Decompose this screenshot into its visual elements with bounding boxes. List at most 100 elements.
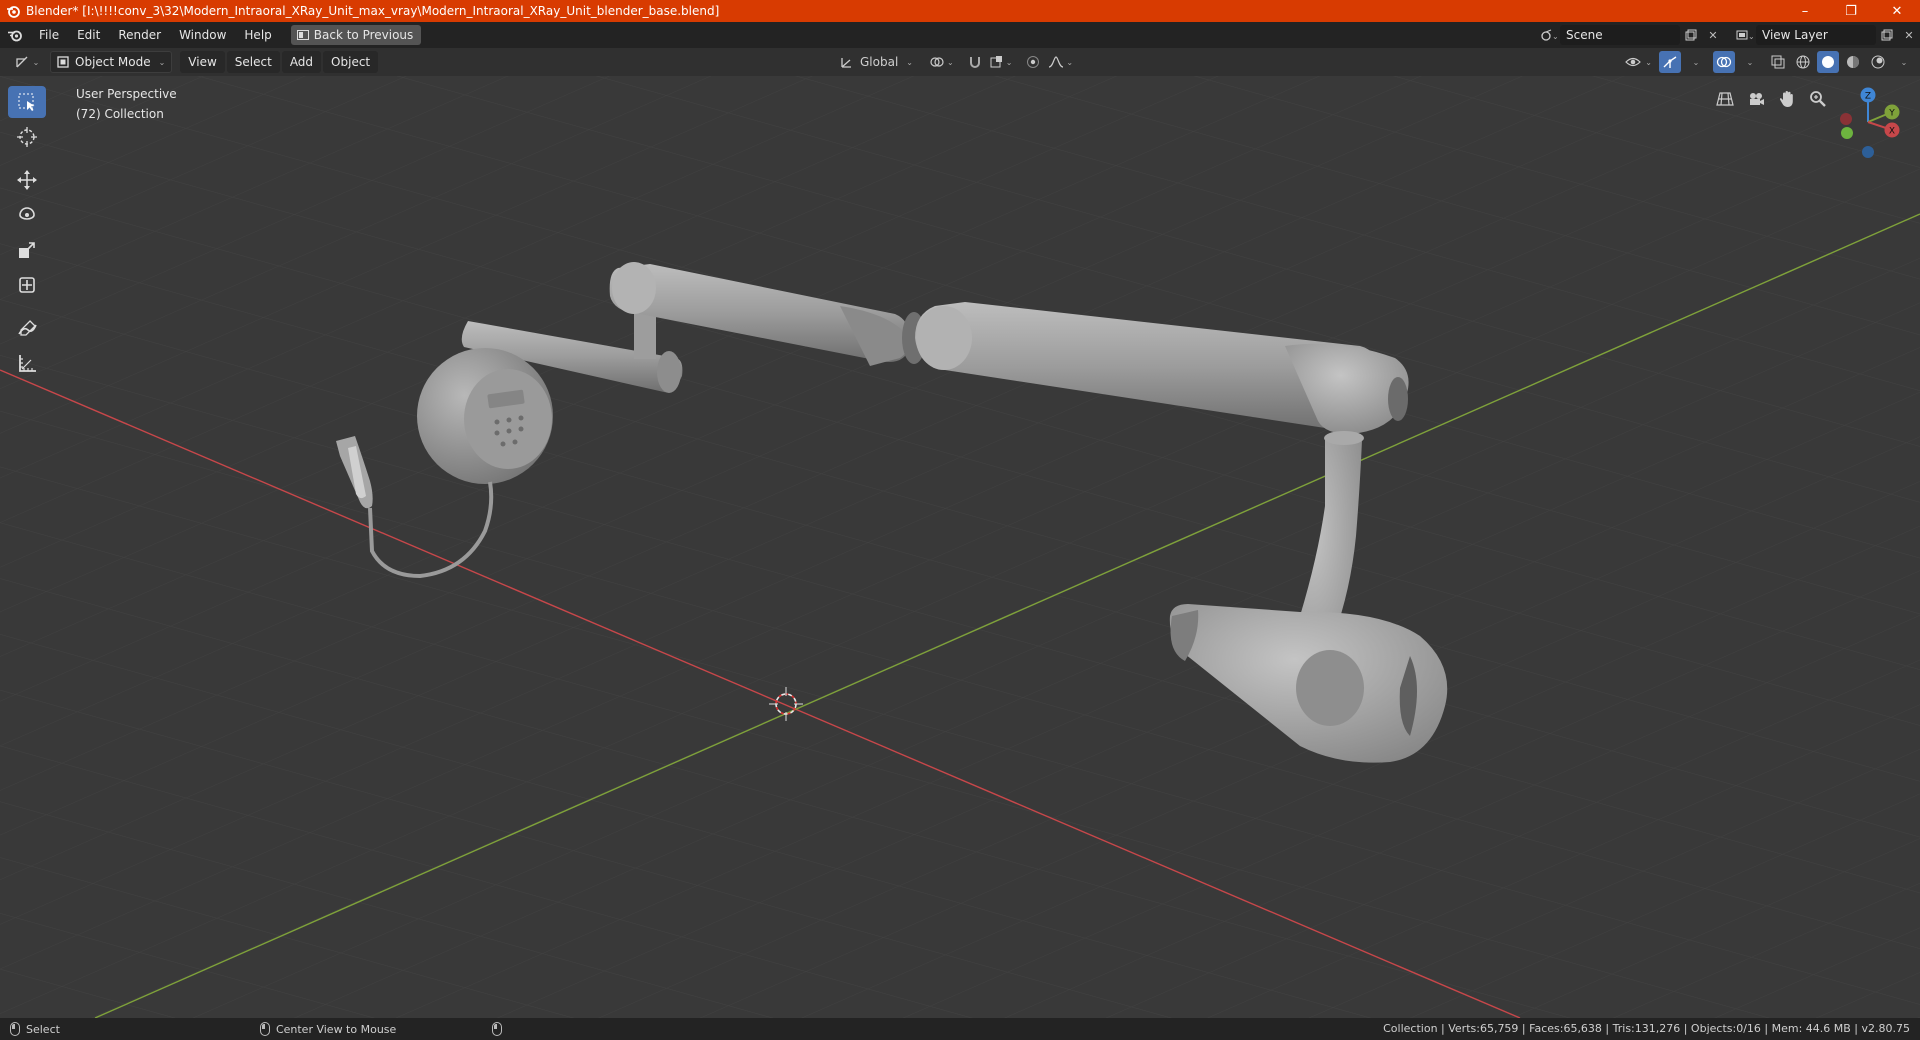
transform-orientation-label: Global — [860, 55, 899, 69]
object-visibility-dropdown[interactable]: ⌄ — [1625, 51, 1652, 73]
menu-window[interactable]: Window — [170, 24, 235, 46]
overlays-dropdown[interactable]: ⌄ — [1738, 51, 1760, 73]
mouse-left-icon — [10, 1022, 20, 1036]
shading-solid[interactable] — [1817, 51, 1839, 73]
blender-app-icon — [7, 6, 20, 18]
viewport-menu-view[interactable]: View — [180, 51, 225, 73]
delete-scene-icon[interactable]: ✕ — [1702, 25, 1724, 45]
svg-text:⌄: ⌄ — [1748, 32, 1754, 41]
shading-rendered[interactable] — [1867, 51, 1889, 73]
viewport-menu-add[interactable]: Add — [281, 51, 322, 73]
shading-dropdown[interactable]: ⌄ — [1892, 51, 1914, 73]
minimize-button[interactable]: – — [1782, 0, 1828, 22]
select-box-icon — [18, 93, 35, 111]
tool-measure[interactable] — [8, 347, 46, 379]
editor-type-selector[interactable]: ⌄ — [8, 51, 46, 73]
window-titlebar: Blender* [I:\!!!!conv_3\32\Modern_Intrao… — [0, 0, 1920, 22]
gizmo-dropdown[interactable]: ⌄ — [1684, 51, 1706, 73]
proportional-falloff-dropdown[interactable]: ⌄ — [1048, 51, 1073, 73]
view-layer-field[interactable]: View Layer — [1756, 25, 1876, 45]
status-left-mouse-hint: Select — [10, 1022, 60, 1036]
measure-ruler-icon — [19, 355, 36, 372]
restore-button[interactable]: ❐ — [1828, 0, 1874, 22]
grid-floor — [0, 76, 1920, 1018]
status-bar: Select Center View to Mouse Collection |… — [0, 1018, 1920, 1040]
shading-wireframe[interactable] — [1792, 51, 1814, 73]
object-mode-dropdown[interactable]: Object Mode ⌄ — [50, 51, 173, 73]
rendered-sphere-icon — [1871, 55, 1885, 69]
status-center-view-label: Center View to Mouse — [275, 1022, 397, 1036]
navigation-axis-gizmo[interactable]: Z Y X — [1826, 76, 1916, 166]
pivot-icon — [930, 57, 944, 67]
new-view-layer-icon[interactable] — [1876, 25, 1898, 45]
tool-transform[interactable] — [8, 269, 46, 301]
status-right-mouse-hint — [492, 1022, 503, 1036]
scene-statistics: Collection | Verts:65,759 | Faces:65,638… — [1383, 1022, 1910, 1035]
menu-file[interactable]: File — [30, 24, 68, 46]
viewport-scene[interactable] — [0, 76, 1920, 1018]
scene-type-icon[interactable]: ⌄ — [1538, 25, 1560, 45]
top-menu-bar: File Edit Render Window Help Back to Pre… — [0, 22, 1920, 48]
gizmo-y-label: Y — [1888, 109, 1895, 119]
pivot-point-dropdown[interactable]: ⌄ — [929, 51, 954, 73]
overlay-icon — [1716, 56, 1732, 68]
scene-selector-area: ⌄ Scene ✕ ⌄ View Layer ✕ — [1538, 22, 1920, 48]
viewport-menu-select[interactable]: Select — [226, 51, 280, 73]
3d-viewport[interactable]: User Perspective (72) Collection Z Y X — [0, 76, 1920, 1018]
zoom-magnifier-icon — [1810, 91, 1826, 107]
grid-perspective-icon — [1716, 92, 1734, 106]
new-scene-icon[interactable] — [1680, 25, 1702, 45]
screen-icon — [296, 30, 309, 40]
xray-icon — [1771, 55, 1785, 69]
show-gizmo-toggle[interactable] — [1659, 51, 1681, 73]
close-button[interactable]: ✕ — [1874, 0, 1920, 22]
snap-toggle[interactable] — [964, 51, 986, 73]
tool-rotate[interactable] — [8, 199, 46, 231]
transform-orientation-dropdown[interactable]: Global ⌄ — [836, 51, 917, 73]
gizmo-z-label: Z — [1865, 92, 1871, 102]
viewport-header: ⌄ Object Mode ⌄ View Select Add Object G… — [0, 48, 1920, 76]
gizmo-x-label: X — [1889, 127, 1895, 137]
proportional-editing-toggle[interactable] — [1022, 51, 1044, 73]
blender-logo-icon[interactable] — [0, 24, 30, 46]
menu-edit[interactable]: Edit — [68, 24, 109, 46]
magnet-icon — [969, 57, 980, 68]
back-to-previous-button[interactable]: Back to Previous — [290, 25, 422, 45]
rotate-icon — [19, 207, 35, 220]
chevron-down-icon: ⌄ — [158, 57, 166, 67]
hand-icon — [1779, 91, 1793, 107]
solid-sphere-icon — [1822, 56, 1834, 68]
tool-scale[interactable] — [8, 234, 46, 266]
tool-cursor[interactable] — [8, 121, 46, 153]
scale-icon — [19, 242, 35, 258]
camera-view-button[interactable] — [1743, 86, 1769, 112]
scene-name-field[interactable]: Scene — [1560, 25, 1680, 45]
object-mode-label: Object Mode — [75, 55, 151, 69]
snap-increment-icon — [990, 56, 1002, 68]
viewport-perspective-label: User Perspective — [76, 87, 177, 101]
tool-move[interactable] — [8, 164, 46, 196]
snap-target-dropdown[interactable]: ⌄ — [990, 51, 1012, 73]
viewport-navigation — [1712, 86, 1831, 112]
show-overlays-toggle[interactable] — [1713, 51, 1735, 73]
status-select-label: Select — [26, 1022, 60, 1036]
shading-material[interactable] — [1842, 51, 1864, 73]
svg-text:⌄: ⌄ — [1552, 32, 1558, 41]
menu-help[interactable]: Help — [235, 24, 280, 46]
delete-view-layer-icon[interactable]: ✕ — [1898, 25, 1920, 45]
mouse-right-icon — [492, 1022, 503, 1036]
material-sphere-icon — [1847, 56, 1859, 68]
viewport-display-tools: ⌄ ⌄ ⌄ ⌄ — [1625, 51, 1914, 73]
eye-icon — [1625, 57, 1642, 67]
toggle-perspective-button[interactable] — [1712, 86, 1738, 112]
annotate-pencil-icon — [18, 320, 37, 336]
tool-select-box[interactable] — [8, 86, 46, 118]
menu-render[interactable]: Render — [109, 24, 170, 46]
view-layer-type-icon[interactable]: ⌄ — [1734, 25, 1756, 45]
xray-toggle[interactable] — [1767, 51, 1789, 73]
viewport-collection-label: (72) Collection — [76, 107, 164, 121]
viewport-menu-object[interactable]: Object — [323, 51, 379, 73]
3d-view-icon — [15, 56, 28, 68]
pan-view-button[interactable] — [1774, 86, 1800, 112]
tool-annotate[interactable] — [8, 312, 46, 344]
